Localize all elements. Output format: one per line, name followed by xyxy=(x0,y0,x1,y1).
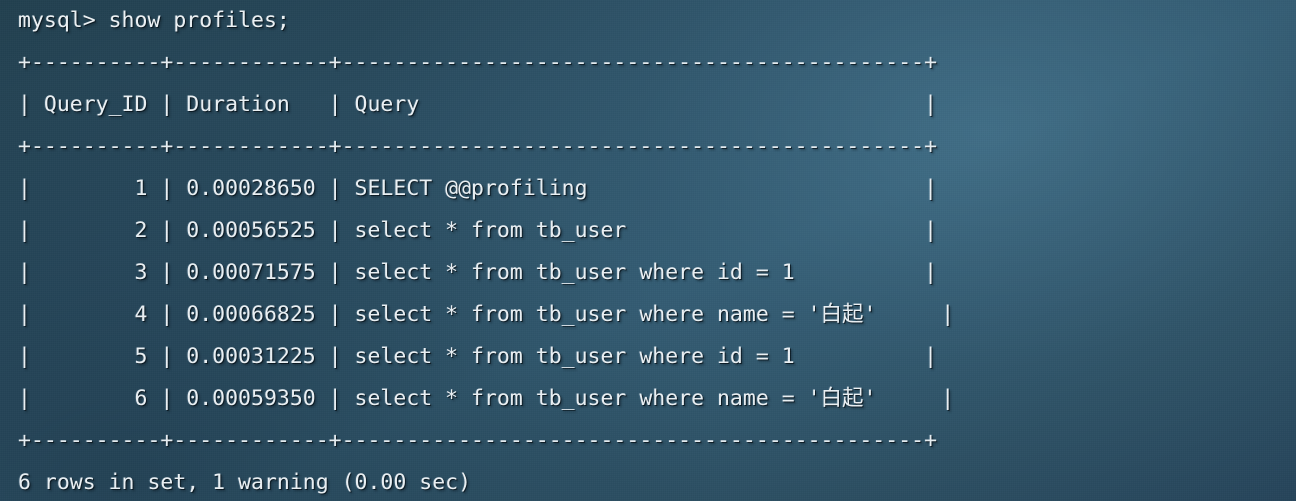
table-row: | 6 | 0.00059350 | select * from tb_user… xyxy=(18,386,955,411)
table-row: | 2 | 0.00056525 | select * from tb_user… xyxy=(18,218,938,243)
table-row: | 5 | 0.00031225 | select * from tb_user… xyxy=(18,344,938,369)
table-rule-bottom: +----------+------------+---------------… xyxy=(18,428,938,453)
table-rule-top: +----------+------------+---------------… xyxy=(18,50,938,75)
result-status-line: 6 rows in set, 1 warning (0.00 sec) xyxy=(18,470,472,495)
table-header-row: | Query_ID | Duration | Query | xyxy=(18,92,938,117)
command-prompt-line: mysql> show profiles; xyxy=(18,8,290,33)
console-output[interactable]: mysql> show profiles; +----------+-------… xyxy=(18,0,1296,501)
table-row: | 4 | 0.00066825 | select * from tb_user… xyxy=(18,302,955,327)
table-rule-middle: +----------+------------+---------------… xyxy=(18,134,938,159)
table-row: | 1 | 0.00028650 | SELECT @@profiling | xyxy=(18,176,938,201)
terminal-window[interactable]: mysql> show profiles; +----------+-------… xyxy=(0,0,1296,501)
table-row: | 3 | 0.00071575 | select * from tb_user… xyxy=(18,260,938,285)
